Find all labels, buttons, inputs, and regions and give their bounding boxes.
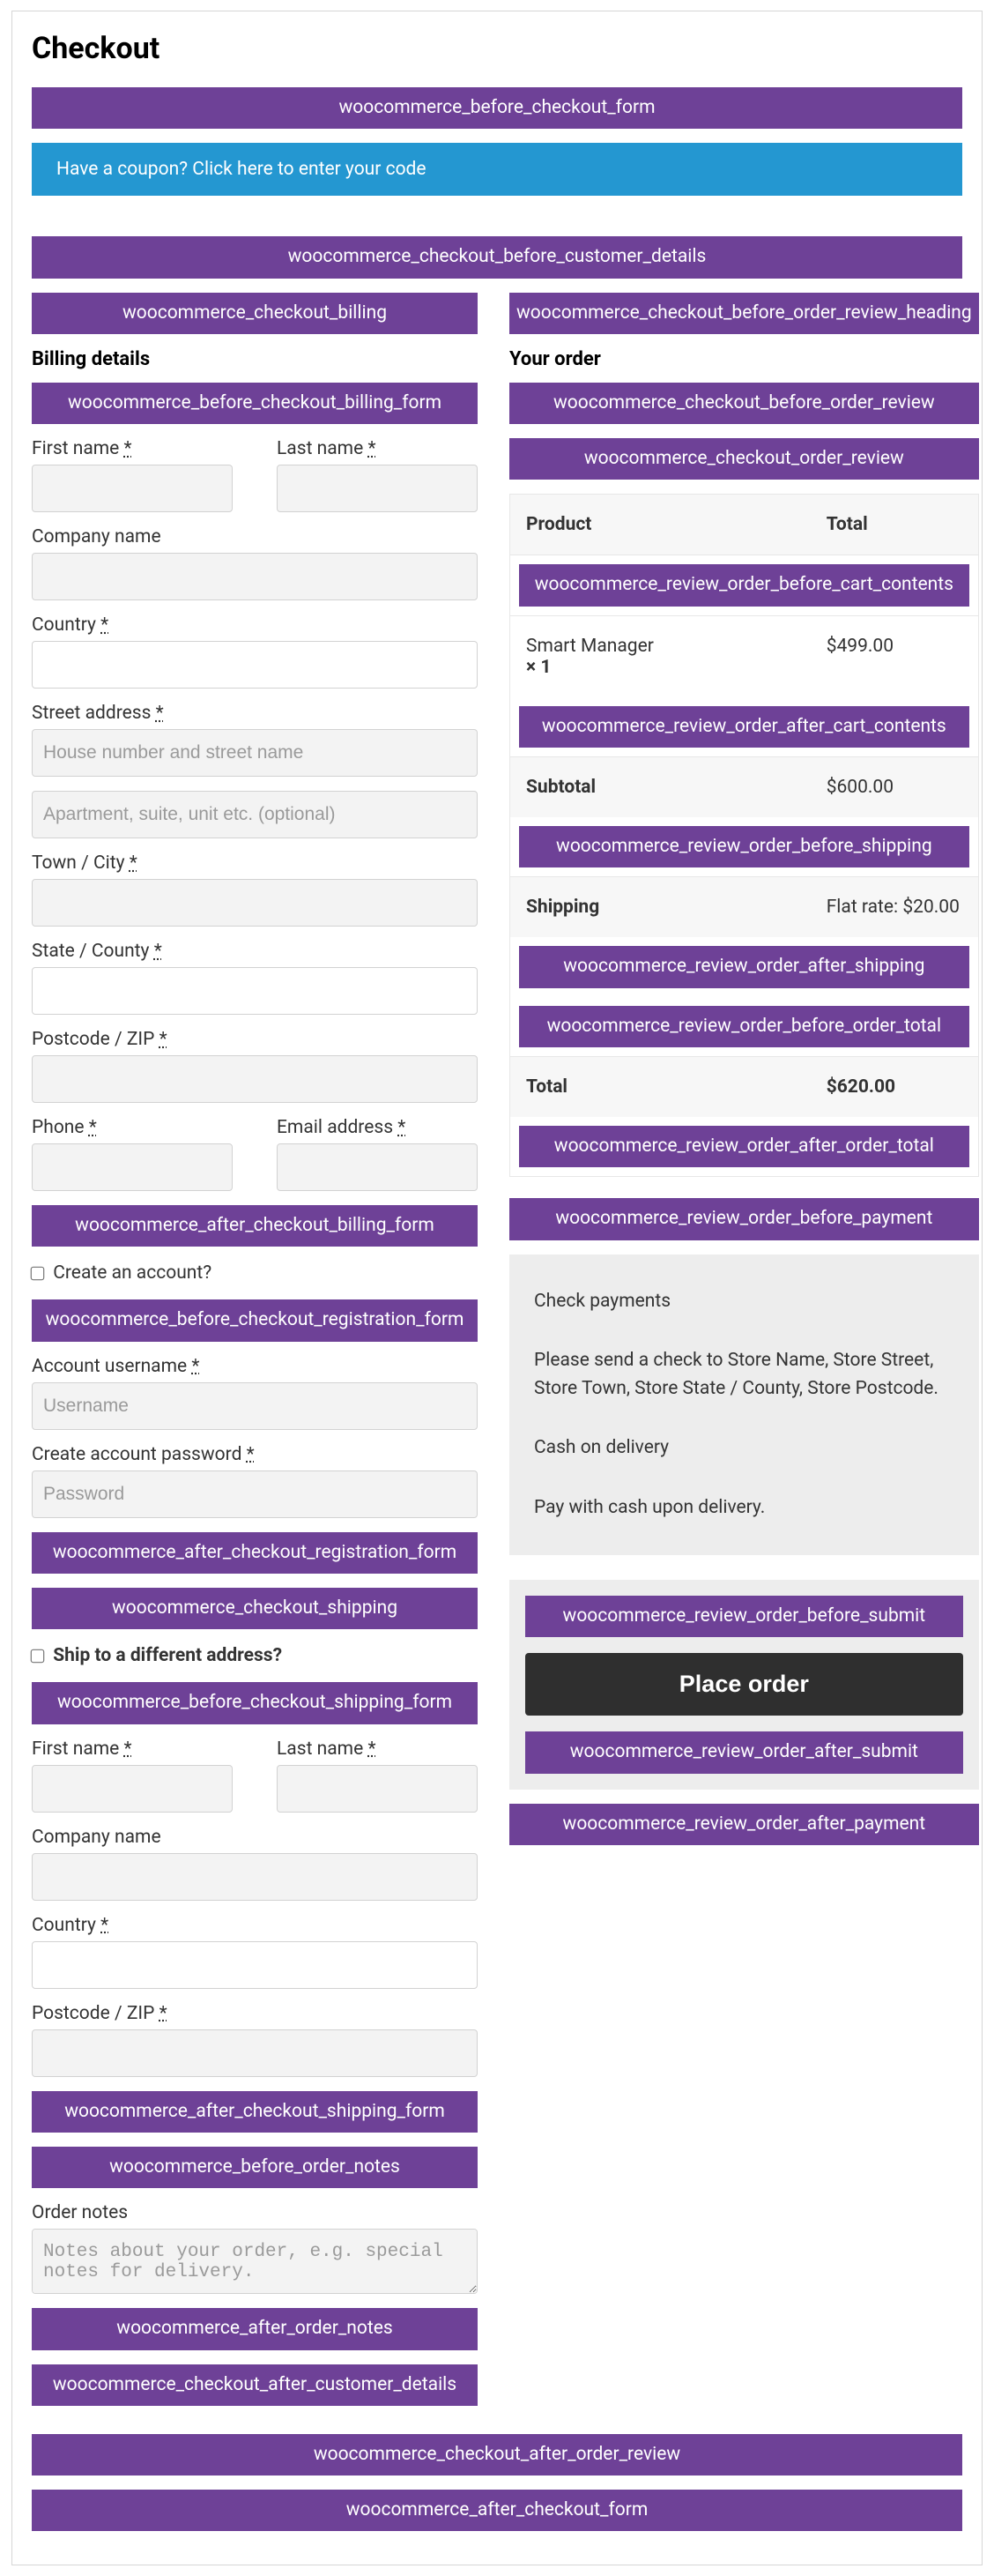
hook-checkout-before-customer-details: woocommerce_checkout_before_customer_det… [32,236,962,278]
hook-checkout-before-order-review: woocommerce_checkout_before_order_review [509,383,979,424]
shipping-postcode-input[interactable] [32,2029,478,2077]
billing-postcode-input[interactable] [32,1055,478,1103]
billing-email-input[interactable] [277,1143,478,1191]
hook-before-checkout-form: woocommerce_before_checkout_form [32,87,962,129]
hook-review-after-submit: woocommerce_review_order_after_submit [525,1731,963,1773]
create-account-label: Create an account? [53,1262,211,1284]
hook-before-checkout-registration-form: woocommerce_before_checkout_registration… [32,1299,478,1341]
account-username-input[interactable] [32,1382,478,1430]
order-notes-input[interactable] [32,2229,478,2294]
billing-street2-input[interactable] [32,791,478,838]
submit-box: woocommerce_review_order_before_submit P… [509,1580,979,1790]
hook-review-before-cart-contents: woocommerce_review_order_before_cart_con… [519,564,969,606]
hook-checkout-after-order-review: woocommerce_checkout_after_order_review [32,2434,962,2475]
payment-cod-title[interactable]: Cash on delivery [534,1434,954,1463]
payment-check-title[interactable]: Check payments [534,1288,954,1316]
hook-checkout-order-review: woocommerce_checkout_order_review [509,438,979,480]
billing-email-label: Email address * [277,1117,478,1138]
total-value: $620.00 [827,1076,895,1098]
billing-state-input[interactable] [32,967,478,1015]
shipping-first-name-input[interactable] [32,1765,233,1813]
hook-before-checkout-shipping-form: woocommerce_before_checkout_shipping_for… [32,1682,478,1724]
col-product: Product [526,514,591,535]
billing-heading: Billing details [32,348,478,370]
billing-city-input[interactable] [32,879,478,927]
hook-review-before-shipping: woocommerce_review_order_before_shipping [519,826,969,867]
hook-after-checkout-shipping-form: woocommerce_after_checkout_shipping_form [32,2091,478,2133]
billing-state-label: State / County * [32,941,478,962]
coupon-notice[interactable]: Have a coupon? Click here to enter your … [32,143,962,196]
hook-before-checkout-billing-form: woocommerce_before_checkout_billing_form [32,383,478,424]
page-title: Checkout [32,31,962,66]
order-item-name: Smart Manager [526,636,795,657]
create-account-checkbox[interactable] [31,1267,45,1281]
total-label: Total [526,1076,567,1098]
hook-before-order-notes: woocommerce_before_order_notes [32,2147,478,2188]
billing-postcode-label: Postcode / ZIP * [32,1029,478,1050]
ship-different-label: Ship to a different address? [53,1645,282,1666]
shipping-company-label: Company name [32,1827,478,1848]
hook-checkout-before-order-review-heading: woocommerce_checkout_before_order_review… [509,293,979,334]
order-review-table: Product Total woocommerce_review_order_b… [509,494,979,1177]
hook-review-after-payment: woocommerce_review_order_after_payment [509,1804,979,1845]
hook-review-after-cart-contents: woocommerce_review_order_after_cart_cont… [519,706,969,748]
hook-review-before-order-total: woocommerce_review_order_before_order_to… [519,1006,969,1047]
billing-country-label: Country * [32,614,478,636]
payment-methods: Check payments Please send a check to St… [509,1254,979,1556]
order-notes-label: Order notes [32,2202,478,2223]
order-heading: Your order [509,348,979,370]
billing-street-label: Street address * [32,703,478,724]
order-item-total: $499.00 [811,616,978,697]
shipping-postcode-label: Postcode / ZIP * [32,2003,478,2024]
ship-different-checkbox[interactable] [31,1649,45,1664]
billing-company-input[interactable] [32,553,478,600]
account-password-input[interactable] [32,1470,478,1518]
subtotal-label: Subtotal [526,777,596,798]
billing-city-label: Town / City * [32,852,478,874]
col-total: Total [827,514,868,535]
hook-checkout-after-customer-details: woocommerce_checkout_after_customer_deta… [32,2364,478,2406]
hook-review-after-shipping: woocommerce_review_order_after_shipping [519,946,969,987]
hook-after-checkout-form: woocommerce_after_checkout_form [32,2490,962,2531]
billing-phone-input[interactable] [32,1143,233,1191]
shipping-first-name-label: First name * [32,1738,233,1760]
hook-after-checkout-registration-form: woocommerce_after_checkout_registration_… [32,1532,478,1574]
subtotal-value: $600.00 [811,757,978,817]
billing-first-name-input[interactable] [32,465,233,512]
billing-last-name-label: Last name * [277,438,478,459]
billing-street-input[interactable] [32,729,478,777]
hook-checkout-billing: woocommerce_checkout_billing [32,293,478,334]
order-item-qty: × 1 [526,657,551,678]
shipping-last-name-input[interactable] [277,1765,478,1813]
hook-after-order-notes: woocommerce_after_order_notes [32,2308,478,2349]
shipping-country-label: Country * [32,1915,478,1936]
billing-company-label: Company name [32,526,478,547]
account-password-label: Create account password * [32,1444,478,1465]
payment-cod-desc: Pay with cash upon delivery. [534,1494,954,1523]
billing-last-name-input[interactable] [277,465,478,512]
hook-review-before-payment: woocommerce_review_order_before_payment [509,1198,979,1240]
shipping-company-input[interactable] [32,1853,478,1901]
shipping-country-input[interactable] [32,1941,478,1989]
account-username-label: Account username * [32,1356,478,1377]
place-order-button[interactable]: Place order [525,1653,963,1716]
billing-first-name-label: First name * [32,438,233,459]
hook-after-checkout-billing-form: woocommerce_after_checkout_billing_form [32,1205,478,1247]
hook-review-before-submit: woocommerce_review_order_before_submit [525,1596,963,1637]
hook-review-after-order-total: woocommerce_review_order_after_order_tot… [519,1126,969,1167]
shipping-last-name-label: Last name * [277,1738,478,1760]
shipping-label: Shipping [526,897,599,918]
billing-country-input[interactable] [32,641,478,689]
hook-checkout-shipping: woocommerce_checkout_shipping [32,1588,478,1629]
shipping-value: Flat rate: $20.00 [811,877,978,937]
payment-check-desc: Please send a check to Store Name, Store… [534,1347,954,1403]
billing-phone-label: Phone * [32,1117,233,1138]
